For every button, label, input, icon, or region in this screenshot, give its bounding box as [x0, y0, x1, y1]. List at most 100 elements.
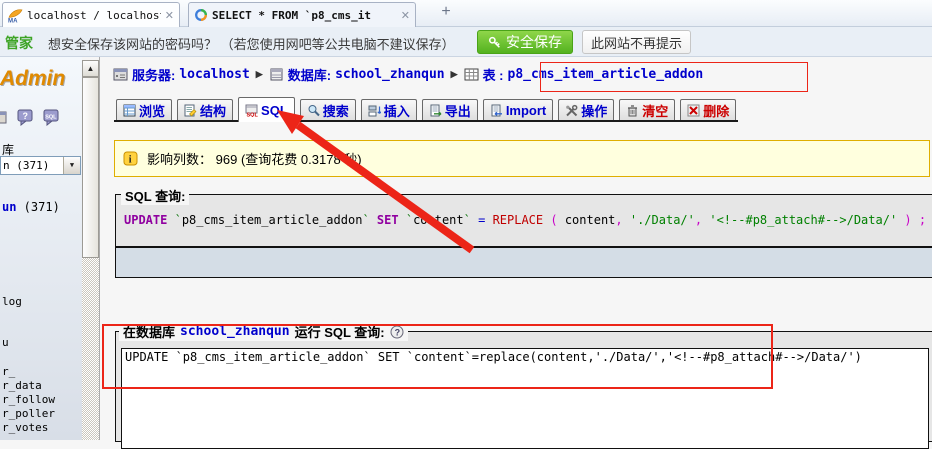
- table-icon: [464, 67, 479, 82]
- sql-token: (: [543, 213, 565, 227]
- scrollbar-up-button[interactable]: ▲: [82, 60, 99, 77]
- sidebar-table-item[interactable]: r_follow: [2, 393, 55, 407]
- breadcrumb-database-link[interactable]: 数据库: school_zhanqun: [269, 65, 445, 84]
- scrollbar-track[interactable]: [82, 258, 99, 440]
- tab-label: 浏览: [139, 101, 165, 120]
- database-link-name: un: [2, 200, 16, 214]
- dismiss-site-button[interactable]: 此网站不再提示: [582, 30, 691, 54]
- browser-tab-title: SELECT * FROM `p8_cms_it: [212, 9, 397, 22]
- sidebar-table-item[interactable]: r_data: [2, 379, 55, 393]
- sql-token: './Data/': [630, 213, 695, 227]
- sql-token: REPLACE: [493, 213, 544, 227]
- tab-browse[interactable]: 浏览: [116, 99, 172, 120]
- sidebar-database-link[interactable]: un (371): [2, 200, 60, 214]
- svg-text:SQL: SQL: [45, 115, 57, 121]
- breadcrumb-separator: ▶: [451, 69, 458, 80]
- structure-icon: [184, 104, 197, 117]
- tab-label: 导出: [445, 101, 471, 120]
- chevron-down-icon[interactable]: ▼: [63, 157, 80, 174]
- password-save-message: 想安全保存该网站的密码吗？ （若您使用网吧等公共电脑不建议保存）: [48, 34, 455, 53]
- svg-text:?: ?: [23, 111, 29, 121]
- sidebar-table-item[interactable]: r_: [2, 365, 55, 379]
- main-content: 服务器: localhost ▶ 数据库: school_zhanqun ▶ 表…: [99, 57, 932, 440]
- scrollbar-thumb[interactable]: [82, 77, 99, 258]
- navigation-sidebar: Admin ? SQL 库 n (371) ▼ un (371) logur_r…: [0, 57, 82, 440]
- close-icon[interactable]: ✕: [401, 9, 410, 22]
- run-sql-legend: 在数据库 school_zhanqun 运行 SQL 查询: ?: [119, 322, 408, 341]
- tab-label: 清空: [642, 101, 668, 120]
- svg-text:MA: MA: [8, 17, 18, 22]
- sql-token: `: [362, 213, 369, 227]
- sidebar-table-item[interactable]: r_poller: [2, 407, 55, 421]
- browse-icon: [123, 104, 136, 117]
- browser-tab-query[interactable]: SELECT * FROM `p8_cms_it ✕: [188, 2, 416, 27]
- tab-label: 插入: [384, 101, 410, 120]
- browser-tab-bar: MA localhost / localhost / scho ✕ SELECT…: [0, 0, 932, 27]
- sql-query-textarea[interactable]: UPDATE `p8_cms_item_article_addon` SET `…: [121, 348, 929, 449]
- sql-query-legend: SQL 查询:: [121, 186, 189, 205]
- run-legend-prefix: 在数据库: [123, 322, 175, 341]
- phpmyadmin-logo: Admin: [0, 67, 65, 91]
- sql-query-footer: [115, 247, 932, 278]
- server-label: 服务器:: [132, 65, 175, 84]
- sql-token: SET: [377, 213, 399, 227]
- sql-token: ;: [919, 213, 925, 227]
- tab-search[interactable]: 搜索: [300, 99, 356, 120]
- tab-drop[interactable]: 删除: [680, 99, 736, 120]
- sql-window-icon[interactable]: SQL: [43, 109, 60, 126]
- affected-rows-text: 影响列数： 969 (查询花费 0.3178 秒): [147, 149, 362, 168]
- tab-insert[interactable]: 插入: [361, 99, 417, 120]
- breadcrumb-server-link[interactable]: 服务器: localhost: [113, 65, 250, 84]
- sql-token: UPDATE: [124, 213, 175, 227]
- database-label: 数据库:: [288, 65, 331, 84]
- sidebar-table-item[interactable]: r_votes: [2, 421, 55, 435]
- sql-query-fieldset: SQL 查询: UPDATE `p8_cms_item_article_addo…: [115, 194, 932, 247]
- info-icon: i: [123, 151, 138, 166]
- tab-label: 结构: [200, 101, 226, 120]
- insert-icon: [368, 104, 381, 117]
- sql-token: p8_cms_item_article_addon: [182, 213, 363, 227]
- sql-token: `: [464, 213, 471, 227]
- database-select-value: n (371): [3, 159, 49, 172]
- help-bubble-icon[interactable]: ?: [17, 109, 34, 126]
- tab-sql[interactable]: SQLSQL: [238, 97, 295, 122]
- run-database-link[interactable]: school_zhanqun: [180, 324, 290, 339]
- sidebar-scrollbar[interactable]: ▲: [82, 60, 99, 440]
- tab-structure[interactable]: 结构: [177, 99, 233, 120]
- server-icon: [113, 67, 128, 82]
- tab-import[interactable]: Import: [483, 99, 553, 120]
- secure-save-button[interactable]: 安全保存: [477, 30, 573, 54]
- sql-token: [399, 213, 406, 227]
- sql-token: content: [565, 213, 616, 227]
- query-result-notice: i 影响列数： 969 (查询花费 0.3178 秒): [114, 140, 930, 177]
- table-label: 表 :: [483, 65, 504, 84]
- dismiss-site-label: 此网站不再提示: [591, 33, 682, 52]
- sidebar-table-item[interactable]: log: [2, 295, 55, 309]
- database-table-count: (371): [16, 200, 59, 214]
- help-icon[interactable]: ?: [390, 325, 404, 339]
- tab-label: 操作: [581, 101, 607, 120]
- tab-export[interactable]: 导出: [422, 99, 478, 120]
- sql-icon: SQL: [245, 104, 258, 117]
- breadcrumb-table-link[interactable]: 表 : p8_cms_item_article_addon: [464, 65, 704, 84]
- tab-label: 搜索: [323, 101, 349, 120]
- database-select[interactable]: n (371) ▼: [0, 156, 81, 175]
- new-tab-button[interactable]: +: [434, 2, 458, 22]
- svg-text:?: ?: [394, 327, 400, 337]
- sql-token: ,: [695, 213, 709, 227]
- database-value: school_zhanqun: [335, 67, 445, 82]
- database-icon: [269, 67, 284, 82]
- key-icon: [488, 35, 502, 49]
- close-icon[interactable]: ✕: [165, 9, 174, 22]
- password-save-bar: 管家 想安全保存该网站的密码吗？ （若您使用网吧等公共电脑不建议保存） 安全保存…: [0, 27, 932, 57]
- sidebar-table-item[interactable]: u: [2, 336, 55, 350]
- empty-icon: [626, 104, 639, 117]
- partial-window-icon[interactable]: [0, 110, 8, 126]
- export-icon: [429, 104, 442, 117]
- password-manager-badge: 管家: [5, 33, 33, 53]
- affected-rows-label: 影响列数：: [147, 152, 212, 167]
- sql-token: `: [406, 213, 413, 227]
- tab-empty[interactable]: 清空: [619, 99, 675, 120]
- tab-operations[interactable]: 操作: [558, 99, 614, 120]
- browser-tab-localhost[interactable]: MA localhost / localhost / scho ✕: [2, 2, 180, 27]
